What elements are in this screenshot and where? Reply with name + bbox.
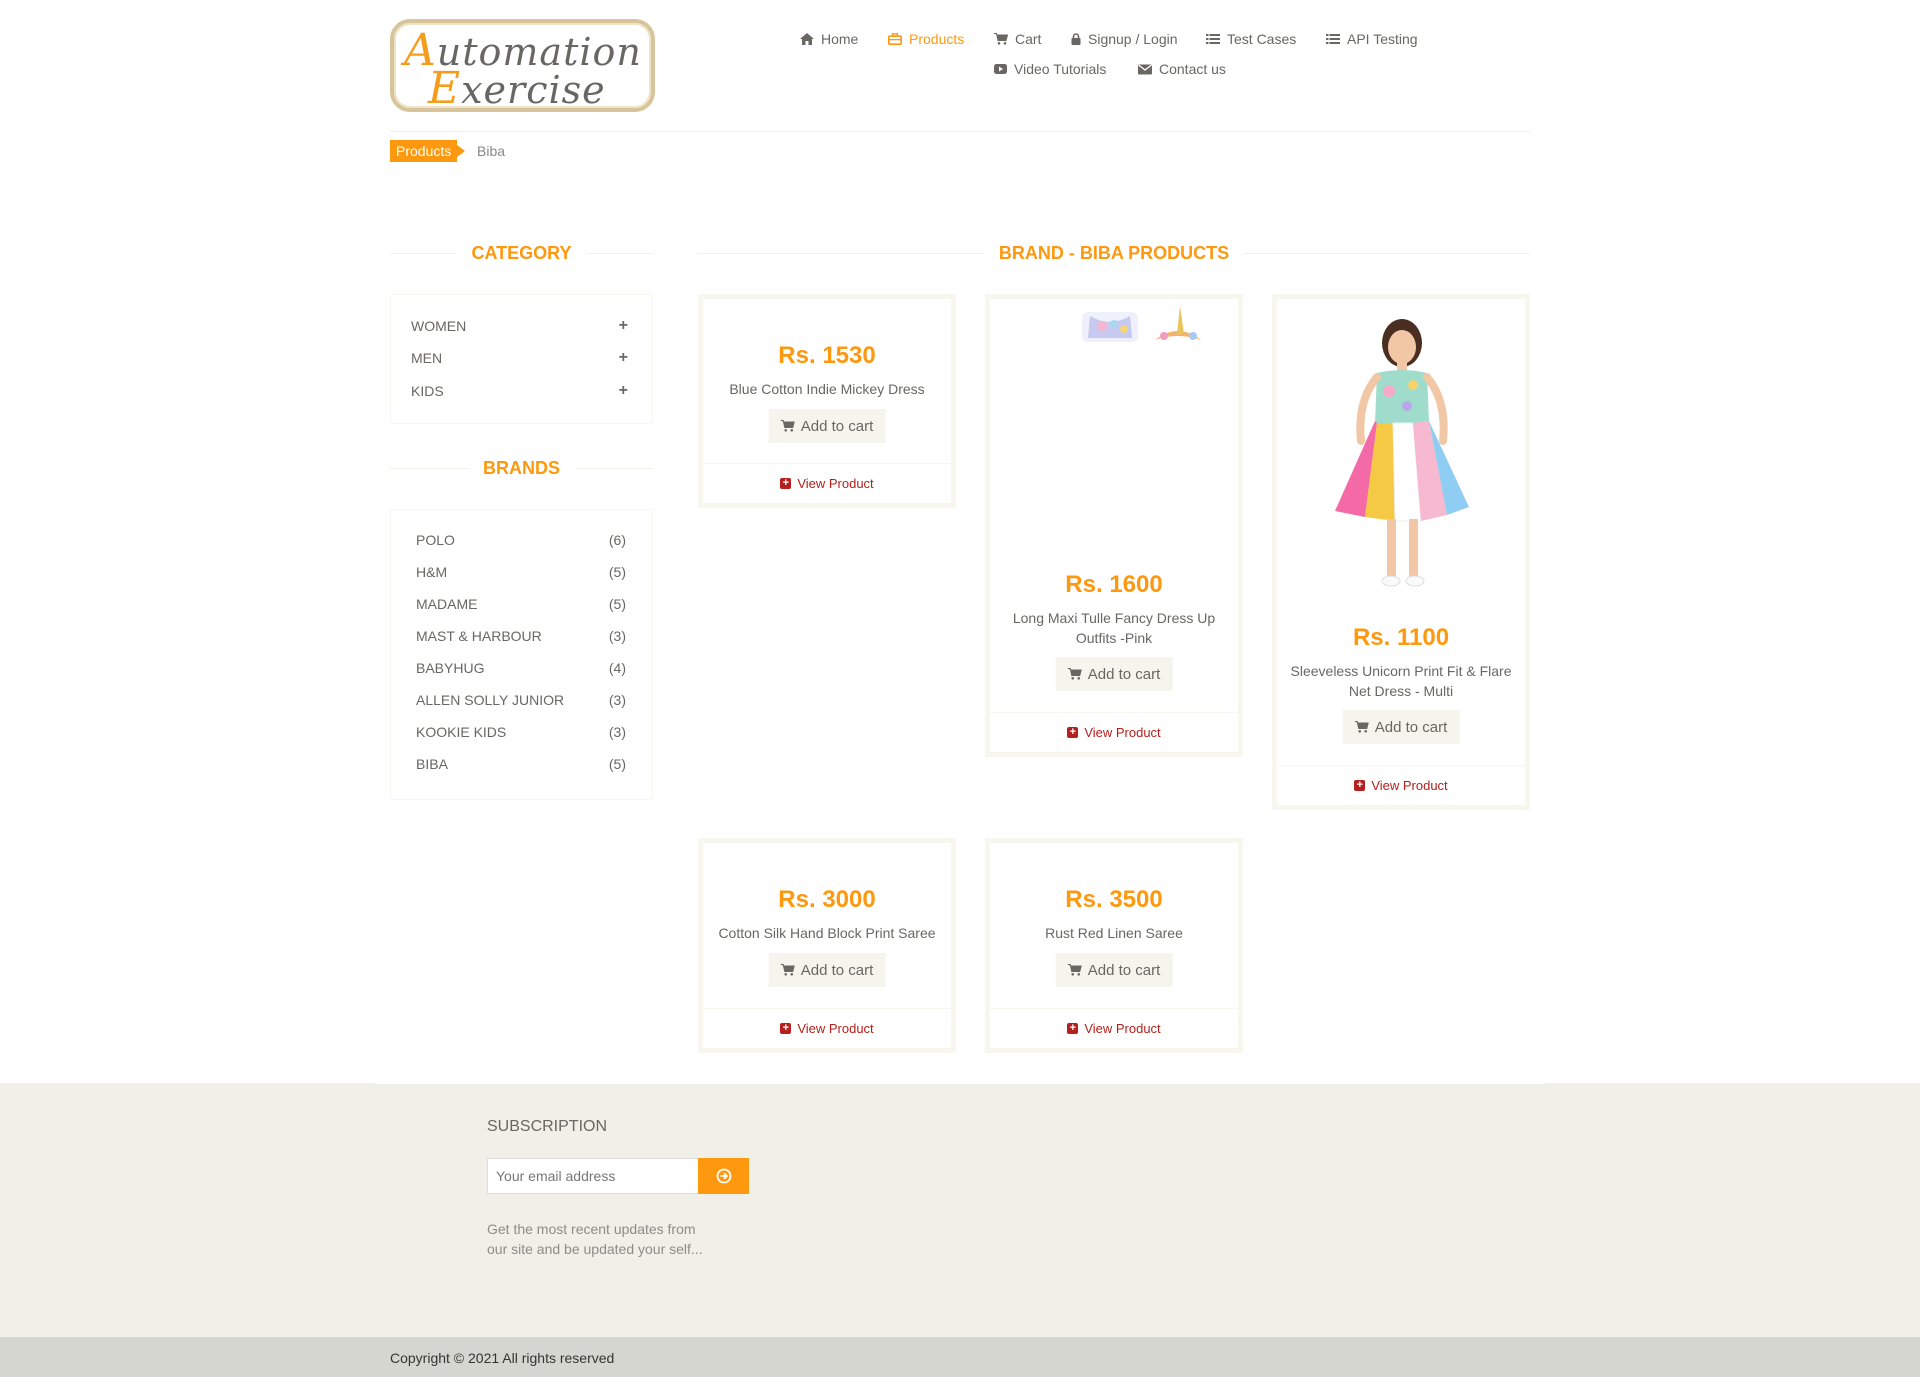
category-men[interactable]: Men +: [411, 349, 628, 367]
brand-count: (5): [608, 756, 626, 772]
view-product-link[interactable]: + View Product: [703, 463, 951, 503]
brand-count: (3): [608, 692, 626, 708]
product-name: Long Maxi Tulle Fancy Dress Up Outfits -…: [1012, 610, 1216, 646]
plus-square-icon: +: [1067, 727, 1079, 738]
product-price: Rs. 1600: [1065, 571, 1163, 598]
add-to-cart-button[interactable]: Add to cart: [768, 409, 886, 443]
brand-count: (3): [608, 724, 626, 740]
view-product-link[interactable]: + View Product: [990, 1008, 1238, 1048]
products-section-title: Brand - Biba Products: [698, 243, 1530, 263]
brand-count: (4): [608, 660, 626, 676]
copyright-text: Copyright © 2021 All rights reserved: [390, 1350, 615, 1366]
brand-polo[interactable]: POLO (6): [416, 532, 626, 548]
list-icon: [1326, 34, 1340, 44]
product-card: Rs. 1530 Blue Cotton Indie Mickey Dress …: [698, 294, 956, 508]
product-card: Rs. 3000 Cotton Silk Hand Block Print Sa…: [698, 838, 956, 1053]
product-name: Sleeveless Unicorn Print Fit & Flare Net…: [1290, 663, 1512, 699]
plus-square-icon: +: [1354, 780, 1366, 791]
header-divider: [390, 131, 1530, 132]
brand-count: (5): [608, 596, 626, 612]
plus-icon: +: [618, 349, 628, 366]
subscription-email-input[interactable]: [487, 1158, 699, 1194]
subscription-title: Subscription: [487, 1118, 608, 1135]
product-image: [1335, 319, 1469, 587]
brand-hm[interactable]: H&M (5): [416, 564, 626, 580]
logo-text-line2: Exercise: [428, 63, 606, 114]
brand-babyhug[interactable]: BABYHUG (4): [416, 660, 626, 676]
plus-square-icon: +: [1067, 1023, 1079, 1034]
nav-test-cases[interactable]: Test Cases: [1206, 31, 1296, 47]
briefcase-icon: [888, 33, 902, 45]
nav-api-testing[interactable]: API Testing: [1326, 31, 1418, 47]
product-price: Rs. 1100: [1352, 624, 1450, 651]
envelope-icon: [1138, 63, 1152, 74]
category-kids[interactable]: Kids +: [411, 382, 628, 400]
product-name: Rust Red Linen Saree: [1045, 925, 1183, 941]
add-to-cart-button[interactable]: Add to cart: [1055, 953, 1173, 987]
cart-icon: [780, 964, 795, 976]
nav-contact-us[interactable]: Contact us: [1138, 61, 1226, 77]
product-card: Rs. 1100 Sleeveless Unicorn Print Fit & …: [1272, 294, 1530, 810]
lock-icon: [1071, 33, 1081, 45]
brand-count: (3): [608, 628, 626, 644]
brand-kookie-kids[interactable]: KOOKIE KIDS (3): [416, 724, 626, 740]
home-icon: [800, 33, 814, 45]
brands-title: Brands: [390, 458, 653, 478]
product-price: Rs. 3000: [778, 886, 876, 913]
breadcrumb-current: Biba: [477, 143, 506, 159]
view-product-link[interactable]: + View Product: [990, 712, 1238, 752]
footer-bottom: [0, 1337, 1920, 1377]
product-price: Rs. 3500: [1065, 886, 1163, 913]
add-to-cart-button[interactable]: Add to cart: [1055, 657, 1173, 691]
product-card: Rs. 1600 Long Maxi Tulle Fancy Dress Up …: [985, 294, 1243, 757]
product-card: Rs. 3500 Rust Red Linen Saree Add to car…: [985, 838, 1243, 1053]
nav-cart[interactable]: Cart: [994, 31, 1041, 47]
plus-icon: +: [618, 317, 628, 334]
category-panel: Women + Men + Kids +: [390, 294, 653, 424]
category-women[interactable]: Women +: [411, 317, 628, 335]
cart-icon: [1354, 721, 1369, 733]
plus-icon: +: [618, 382, 628, 399]
site-logo[interactable]: Automation Exercise: [390, 19, 655, 114]
cart-icon: [1067, 964, 1082, 976]
nav-home[interactable]: Home: [800, 31, 858, 47]
add-to-cart-button[interactable]: Add to cart: [768, 953, 886, 987]
category-title: Category: [390, 243, 653, 263]
brand-biba[interactable]: BIBA (5): [416, 756, 626, 772]
arrow-circle-right-icon: [716, 1168, 731, 1184]
brands-panel: POLO (6) H&M (5) MADAME (5) MAST & HARBOUR(…: [390, 509, 653, 800]
view-product-link[interactable]: + View Product: [1277, 765, 1525, 805]
cart-icon: [1067, 668, 1082, 680]
brand-count: (6): [608, 532, 626, 548]
cart-icon: [780, 420, 795, 432]
plus-square-icon: +: [780, 1023, 792, 1034]
nav-signup-login[interactable]: Signup / Login: [1071, 31, 1178, 47]
product-price: Rs. 1530: [778, 342, 876, 369]
breadcrumb-products-link[interactable]: Products: [390, 140, 466, 162]
subscribe-button[interactable]: [698, 1158, 749, 1194]
product-name: Blue Cotton Indie Mickey Dress: [729, 381, 925, 397]
brand-count: (5): [608, 564, 626, 580]
brand-mast-harbour[interactable]: MAST & HARBOUR (3): [416, 628, 626, 644]
cart-icon: [994, 33, 1008, 45]
footer-widget: [0, 1083, 1920, 1337]
plus-square-icon: +: [780, 478, 792, 489]
brand-madame[interactable]: MADAME (5): [416, 596, 626, 612]
view-product-link[interactable]: + View Product: [703, 1008, 951, 1048]
nav-video-tutorials[interactable]: Video Tutorials: [994, 61, 1106, 77]
list-icon: [1206, 34, 1220, 44]
brand-allen-solly-junior[interactable]: ALLEN SOLLY JUNIOR (3): [416, 692, 626, 708]
add-to-cart-button[interactable]: Add to cart: [1342, 710, 1460, 744]
subscription-description: Get the most recent updates from our sit…: [487, 1221, 703, 1257]
product-name: Cotton Silk Hand Block Print Saree: [718, 925, 936, 941]
product-image: [1082, 306, 1201, 342]
youtube-play-icon: [994, 64, 1007, 74]
nav-products[interactable]: Products: [888, 31, 964, 47]
